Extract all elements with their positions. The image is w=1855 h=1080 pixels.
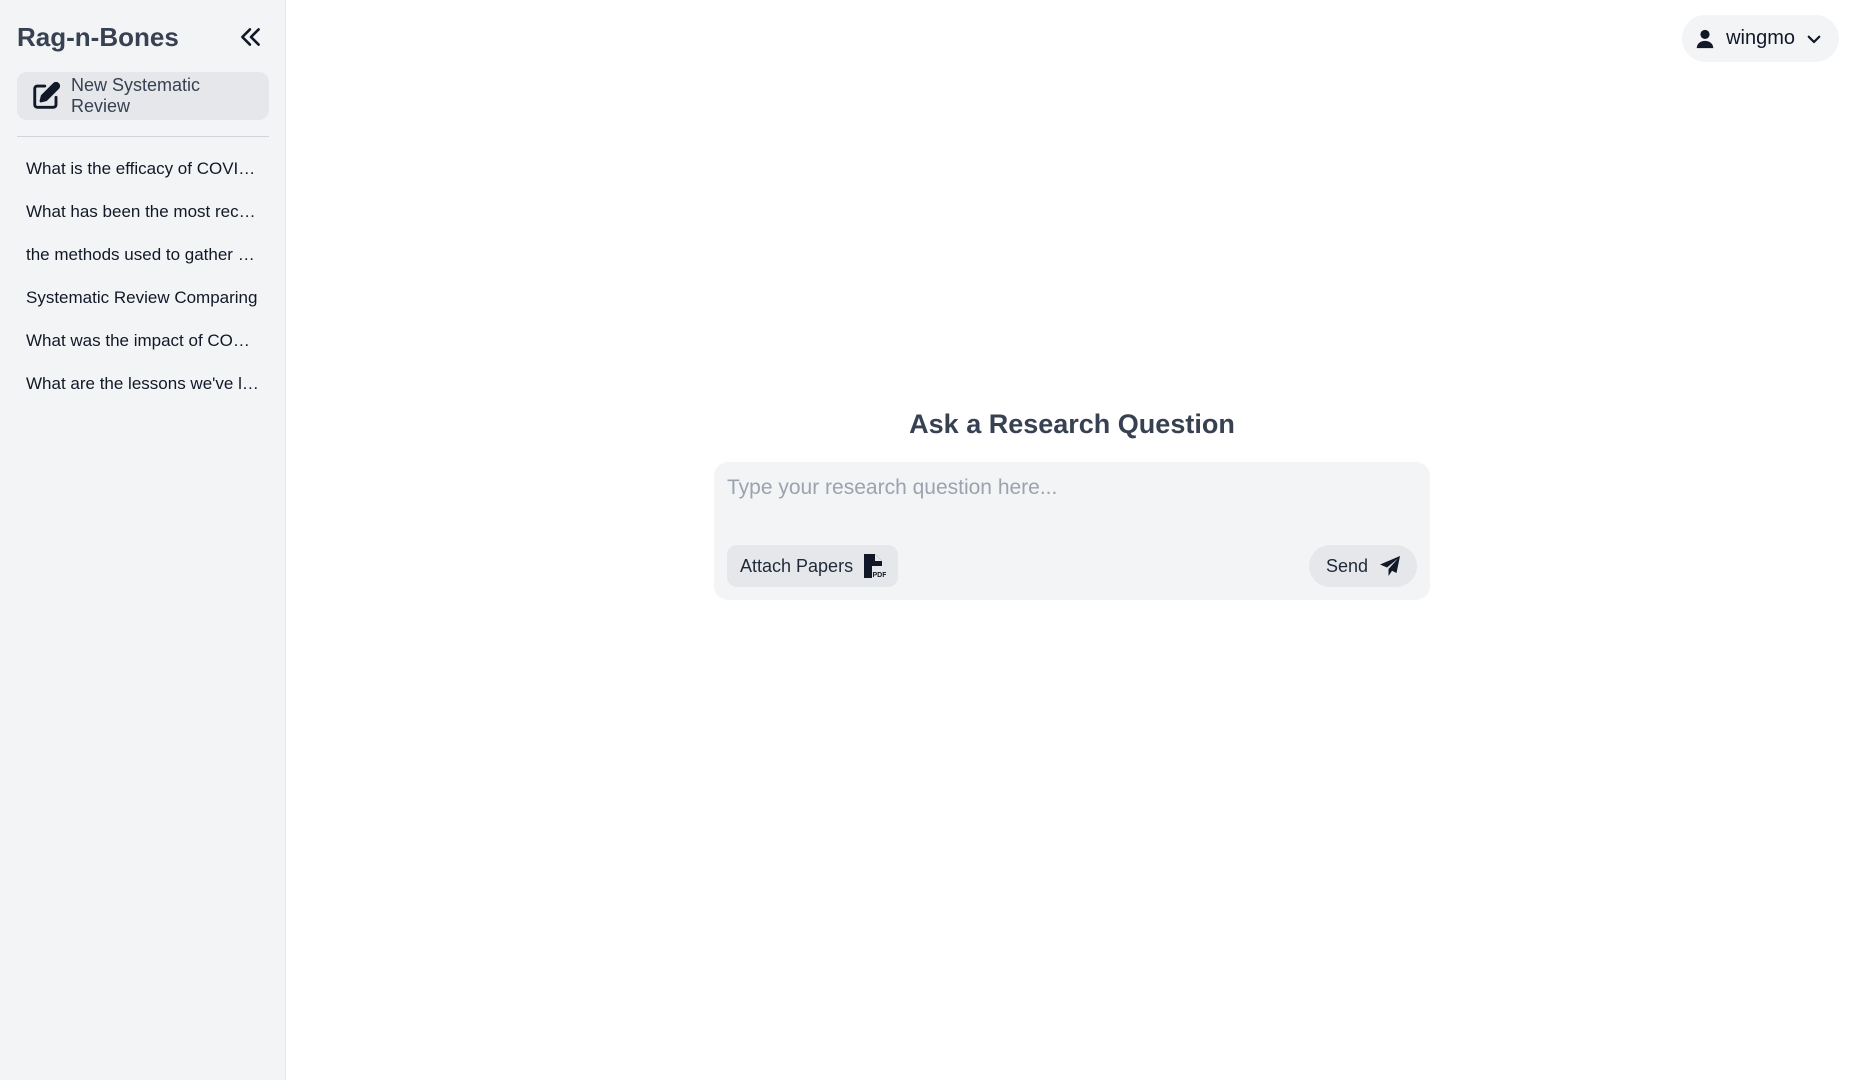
user-menu-button[interactable]: wingmo: [1682, 15, 1839, 62]
new-systematic-review-button[interactable]: New Systematic Review: [17, 72, 269, 120]
svg-text:PDF: PDF: [873, 572, 887, 579]
new-review-label: New Systematic Review: [71, 75, 201, 116]
chevrons-left-icon: [241, 28, 260, 46]
history-item[interactable]: What was the impact of COVID-19: [17, 319, 269, 362]
research-question-input[interactable]: [714, 462, 1430, 534]
send-label: Send: [1325, 555, 1368, 576]
send-button[interactable]: Send: [1308, 545, 1417, 587]
attach-papers-button[interactable]: Attach Papers PDF: [727, 545, 899, 587]
app-brand: Rag-n-Bones: [17, 21, 179, 52]
history-item[interactable]: What is the efficacy of COVID-19 vaccine…: [17, 147, 269, 190]
review-history-list: What is the efficacy of COVID-19 vaccine…: [17, 147, 269, 405]
history-item[interactable]: the methods used to gather data: [17, 233, 269, 276]
user-icon: [1694, 28, 1716, 50]
pdf-file-icon: PDF: [862, 552, 886, 580]
collapse-sidebar-button[interactable]: [235, 21, 267, 53]
chevron-down-icon: [1805, 30, 1823, 48]
user-name: wingmo: [1726, 27, 1795, 49]
attach-papers-label: Attach Papers: [740, 555, 854, 576]
sidebar-divider: [17, 136, 269, 137]
question-composer: Attach Papers PDF Send: [714, 462, 1430, 600]
edit-icon: [31, 81, 61, 111]
page-title: Ask a Research Question: [909, 409, 1235, 439]
sidebar: Rag-n-Bones New Systematic Review What i…: [0, 0, 286, 1080]
sidebar-header: Rag-n-Bones: [17, 16, 268, 58]
app-root: Rag-n-Bones New Systematic Review What i…: [0, 0, 1855, 1080]
question-panel: Ask a Research Question Attach Papers PD…: [714, 406, 1430, 600]
history-item[interactable]: Systematic Review Comparing: [17, 276, 269, 319]
paper-plane-icon: [1378, 554, 1402, 578]
history-item[interactable]: What are the lessons we've learned: [17, 362, 269, 405]
history-item[interactable]: What has been the most recent research: [17, 190, 269, 233]
main-content: wingmo Ask a Research Question Attach Pa…: [286, 0, 1855, 1080]
